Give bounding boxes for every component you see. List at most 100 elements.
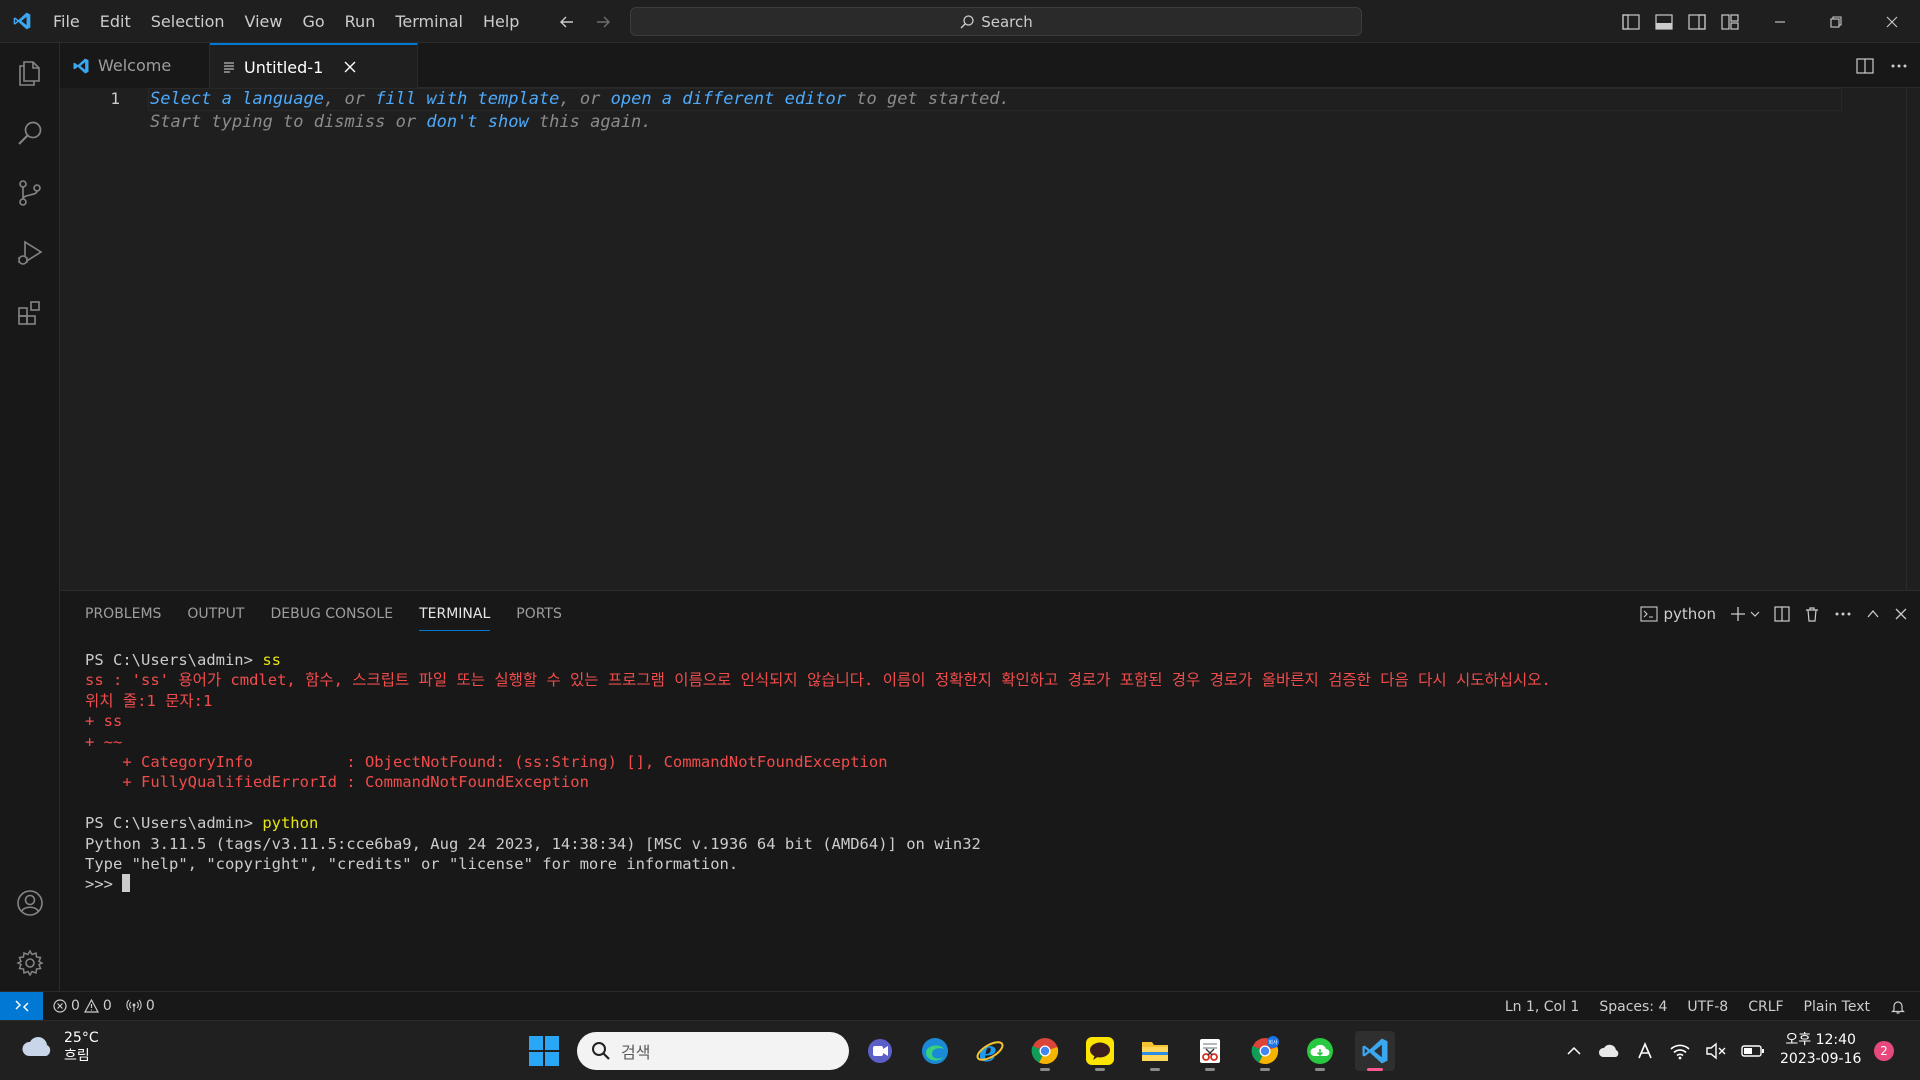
search-view-icon[interactable] [0,103,60,163]
close-tab-icon[interactable] [343,60,357,74]
error-count: 0 [71,998,80,1014]
open-different-editor-link[interactable]: open a different editor [611,89,846,109]
ports-count: 0 [145,998,155,1014]
end-of-line[interactable]: CRLF [1748,999,1783,1015]
select-language-link[interactable]: Select a language [150,89,324,109]
language-mode[interactable]: Plain Text [1804,999,1870,1015]
command-center-search[interactable]: Search [630,7,1362,36]
minimize-icon[interactable] [1752,0,1808,43]
explorer-icon[interactable] [0,43,60,103]
taskbar-chrome-icon[interactable] [1025,1031,1065,1071]
customize-layout-icon[interactable] [1719,11,1740,32]
remote-indicator-icon[interactable] [0,991,43,1021]
windows-start-icon[interactable] [528,1035,560,1067]
tab-untitled-1[interactable]: Untitled-1 [210,43,418,89]
taskbar-search-placeholder: 검색 [621,1043,651,1062]
indentation[interactable]: Spaces: 4 [1599,999,1667,1015]
cursor-position[interactable]: Ln 1, Col 1 [1505,999,1580,1015]
tab-welcome[interactable]: Welcome [60,43,210,88]
tab-terminal[interactable]: TERMINAL [406,591,503,637]
panel-more-icon[interactable] [1834,611,1852,617]
menu-file[interactable]: File [43,0,90,43]
notification-count-badge[interactable]: 2 [1874,1041,1894,1061]
tab-problems[interactable]: PROBLEMS [72,591,174,637]
show-hidden-icons-chevron-up-icon[interactable] [1565,1042,1583,1060]
taskbar-file-explorer-icon[interactable] [1135,1031,1175,1071]
wifi-icon[interactable] [1669,1042,1691,1060]
toggle-panel-icon[interactable] [1653,11,1674,32]
terminal-output[interactable]: PS C:\Users\admin> ss ss : 'ss' 용어가 cmdle… [85,650,1905,895]
taskbar-vscode-icon[interactable] [1355,1031,1395,1071]
kill-terminal-trash-icon[interactable] [1804,606,1820,622]
terminal-selector[interactable]: python [1639,605,1716,623]
layout-controls [1620,0,1740,43]
chevron-down-icon[interactable] [1750,609,1760,619]
accounts-icon[interactable] [0,873,60,933]
system-tray [1565,1021,1765,1080]
menu-help[interactable]: Help [473,0,529,43]
encoding[interactable]: UTF-8 [1687,999,1728,1015]
menu-go[interactable]: Go [292,0,334,43]
terminal-error-line: ss : 'ss' 용어가 cmdlet, 함수, 스크립트 파일 또는 실행할… [85,671,1551,690]
problems-status[interactable]: 0 0 [53,998,112,1014]
terminal-icon [1639,606,1658,622]
input-method-icon[interactable] [1635,1041,1655,1061]
tab-debug-console[interactable]: DEBUG CONSOLE [257,591,406,637]
line-number: 1 [110,89,120,108]
close-window-icon[interactable] [1864,0,1920,43]
taskbar-search-box[interactable]: 검색 [577,1032,849,1070]
back-arrow-icon[interactable] [556,11,578,33]
system-clock[interactable]: 오후 12:40 2023-09-16 [1780,1031,1861,1069]
extensions-icon[interactable] [0,283,60,343]
menu-selection[interactable]: Selection [141,0,235,43]
menu-terminal[interactable]: Terminal [385,0,473,43]
split-terminal-icon[interactable] [1774,606,1790,622]
menu-edit[interactable]: Edit [90,0,141,43]
taskbar-kakaotalk-icon[interactable] [1080,1031,1120,1071]
chrome-profile-badge: 회사 [1268,1039,1278,1046]
tab-untitled-label: Untitled-1 [244,57,324,77]
terminal-error-line: 위치 줄:1 문자:1 [85,691,213,710]
forward-arrow-icon[interactable] [592,11,614,33]
taskbar-chrome-profile-icon[interactable]: 회사 [1245,1031,1285,1071]
taskbar-snipping-tool-icon[interactable] [1190,1031,1230,1071]
weather-widget[interactable]: 25°C 흐림 [20,1029,99,1065]
editor-area[interactable]: 1 Select a language, or fill with templa… [60,88,1920,590]
tab-welcome-label: Welcome [98,56,172,75]
terminal-line: PS C:\Users\admin> python [85,814,319,833]
tab-output[interactable]: OUTPUT [174,591,257,637]
clock-time: 오후 12:40 [1785,1032,1856,1048]
empty-editor-hint-line-2: Start typing to dismiss or don't show th… [150,112,652,132]
manage-gear-icon[interactable] [0,933,60,993]
taskbar-cloud-app-icon[interactable] [1300,1031,1340,1071]
editor-overview-ruler[interactable] [1906,88,1920,590]
restore-icon[interactable] [1808,0,1864,43]
taskbar-edge-icon[interactable] [915,1031,955,1071]
menu-view[interactable]: View [235,0,293,43]
more-actions-icon[interactable] [1890,63,1908,69]
toggle-primary-sidebar-icon[interactable] [1620,11,1641,32]
close-panel-icon[interactable] [1894,607,1908,621]
search-label: Search [981,12,1033,31]
dont-show-link[interactable]: don't show [426,112,528,132]
split-editor-icon[interactable] [1856,57,1874,74]
menu-run[interactable]: Run [335,0,386,43]
taskbar-internet-explorer-icon[interactable]: e [970,1031,1010,1071]
new-terminal-icon[interactable] [1730,606,1760,622]
toggle-secondary-sidebar-icon[interactable] [1686,11,1707,32]
tab-ports[interactable]: PORTS [503,591,575,637]
ports-status[interactable]: 0 [126,998,155,1014]
run-and-debug-icon[interactable] [0,223,60,283]
battery-icon[interactable] [1741,1043,1765,1059]
fill-with-template-link[interactable]: fill with template [375,89,559,109]
broadcast-icon [126,999,142,1012]
maximize-panel-chevron-up-icon[interactable] [1866,607,1880,621]
source-control-icon[interactable] [0,163,60,223]
notifications-bell-icon[interactable] [1890,999,1906,1015]
onedrive-cloud-icon[interactable] [1597,1042,1621,1060]
cloud-weather-icon [22,1037,51,1056]
volume-muted-icon[interactable] [1705,1042,1727,1060]
terminal-name: python [1663,605,1716,623]
running-indicator [1150,1068,1160,1071]
taskbar-meet-app-icon[interactable] [860,1031,900,1071]
